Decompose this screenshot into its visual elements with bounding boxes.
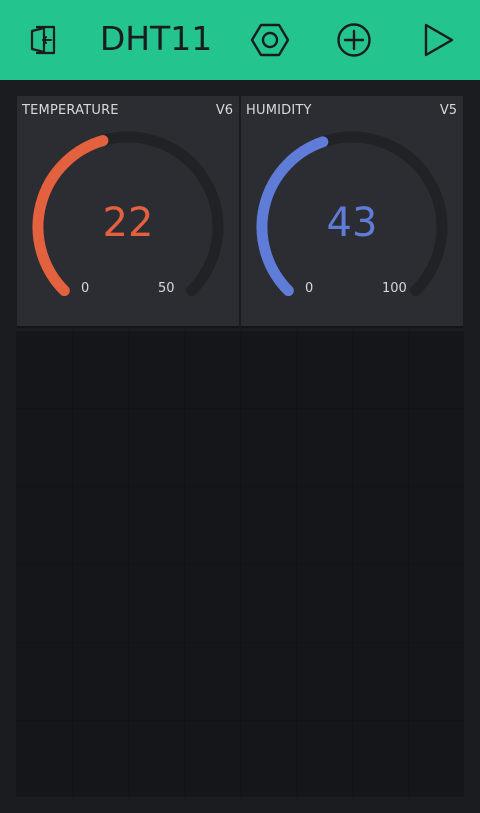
humidity-gauge[interactable]: HUMIDITY V5 43 0 100 [241,96,463,326]
top-bar: DHT11 [0,0,480,80]
gauge-value: 43 [326,200,378,246]
gauge-value: 22 [102,200,154,246]
gauge-min: 0 [305,281,314,296]
grid-column-divider [296,331,297,797]
widget-canvas-grid[interactable] [16,331,464,797]
grid-column-divider [352,331,353,797]
add-widget-button[interactable] [328,14,380,66]
grid-column-divider [72,331,73,797]
gauge-max: 100 [382,281,407,296]
temperature-gauge[interactable]: TEMPERATURE V6 22 0 50 [17,96,239,326]
settings-button[interactable] [244,14,296,66]
grid-column-divider [240,331,241,797]
hexagon-settings-icon [250,23,290,57]
exit-button[interactable] [16,14,68,66]
grid-column-divider [128,331,129,797]
grid-column-divider [408,331,409,797]
play-button[interactable] [412,14,464,66]
plus-circle-icon [337,23,371,57]
gauge-min: 0 [81,281,90,296]
grid-column-divider [184,331,185,797]
page-title: DHT11 [99,19,213,58]
play-icon [424,23,454,57]
gauge-max: 50 [158,281,175,296]
exit-icon [30,25,56,55]
